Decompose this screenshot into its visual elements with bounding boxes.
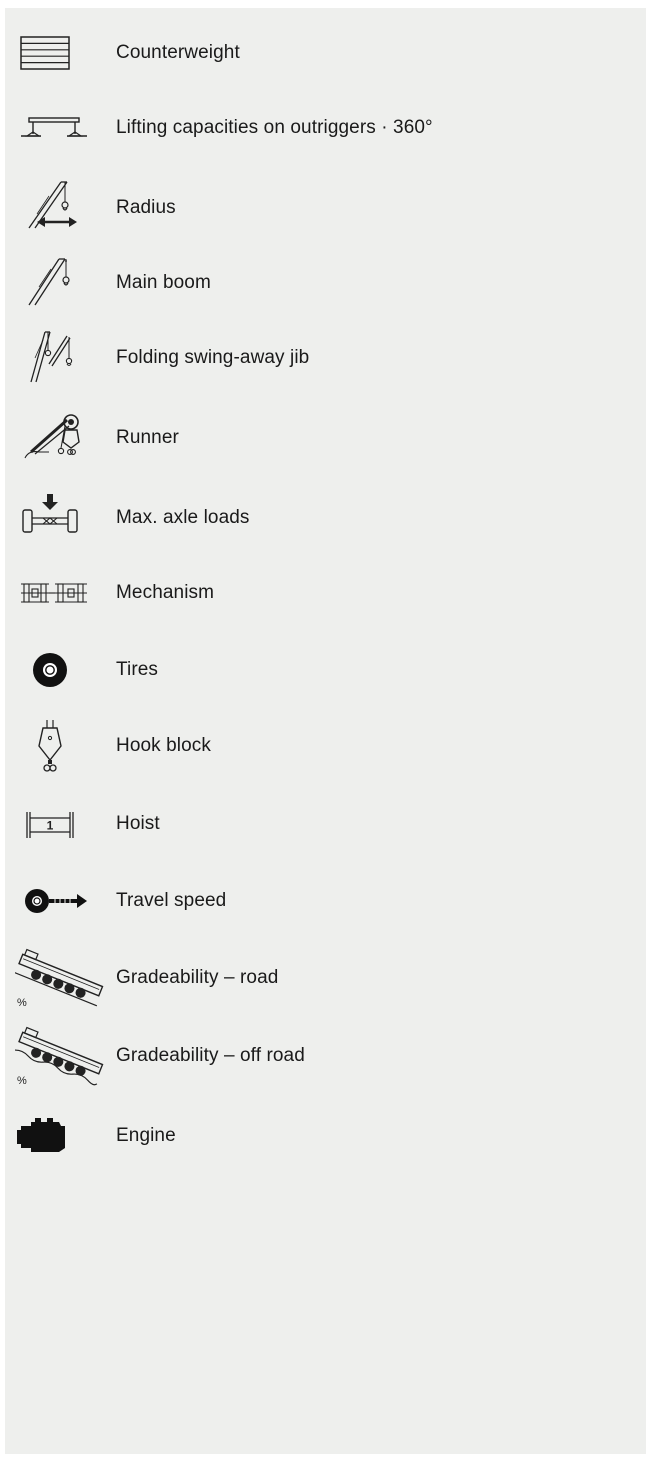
legend-label: Mechanism — [116, 582, 215, 603]
legend-item-engine: Engine — [5, 1106, 646, 1166]
legend-item-swing-away-jib: Folding swing-away jib — [5, 328, 646, 388]
axle-load-icon — [15, 488, 105, 548]
legend-item-outriggers: Lifting capacities on outriggers · 360° — [5, 98, 646, 158]
legend-item-tires: Tires — [5, 640, 646, 700]
hook-block-icon — [15, 716, 105, 776]
legend-item-mechanism: Mechanism — [5, 563, 646, 623]
legend-label: Travel speed — [116, 890, 227, 911]
legend-item-main-boom: Main boom — [5, 253, 646, 313]
legend-item-counterweight: Counterweight — [5, 23, 646, 83]
mechanism-icon — [15, 563, 105, 623]
percent-sign: % — [17, 997, 27, 1008]
percent-sign: % — [17, 1075, 27, 1086]
legend-label: Tires — [116, 659, 159, 680]
legend-item-gradeability-road: % Gradeability – road — [5, 948, 646, 1008]
gradeability-offroad-icon: % — [15, 1026, 105, 1086]
outriggers-icon — [15, 98, 105, 158]
legend-label: Engine — [116, 1125, 176, 1146]
travel-speed-icon — [15, 871, 105, 931]
legend-label: Folding swing-away jib — [116, 347, 310, 368]
legend-item-hoist: 1 Hoist — [5, 794, 646, 854]
engine-icon — [15, 1106, 105, 1166]
gradeability-road-icon: % — [15, 948, 105, 1008]
hoist-number: 1 — [47, 819, 54, 833]
legend-item-runner: Runner — [5, 408, 646, 468]
legend-label: Main boom — [116, 272, 211, 293]
legend-label: Counterweight — [116, 42, 240, 63]
swing-away-jib-icon — [15, 328, 105, 388]
legend-label: Hoist — [116, 813, 160, 834]
legend-item-hook-block: Hook block — [5, 716, 646, 776]
legend-label: Gradeability – road — [116, 967, 279, 988]
legend-item-travel-speed: Travel speed — [5, 871, 646, 931]
legend-label: Max. axle loads — [116, 507, 250, 528]
counterweight-icon — [15, 23, 105, 83]
legend-label: Lifting capacities on outriggers · 360° — [116, 117, 433, 138]
legend-label: Hook block — [116, 735, 211, 756]
legend-item-radius: Radius — [5, 178, 646, 238]
hoist-icon: 1 — [15, 794, 105, 854]
legend-item-gradeability-offroad: % Gradeability – off road — [5, 1026, 646, 1086]
legend-label: Radius — [116, 197, 176, 218]
legend-label: Runner — [116, 427, 179, 448]
legend-item-axle-loads: Max. axle loads — [5, 488, 646, 548]
legend-label: Gradeability – off road — [116, 1045, 305, 1066]
legend-panel: Counterweight Lifting capacities on outr… — [5, 8, 646, 1454]
tire-icon — [15, 640, 105, 700]
radius-icon — [15, 178, 105, 238]
runner-icon — [15, 408, 105, 468]
main-boom-icon — [15, 253, 105, 313]
